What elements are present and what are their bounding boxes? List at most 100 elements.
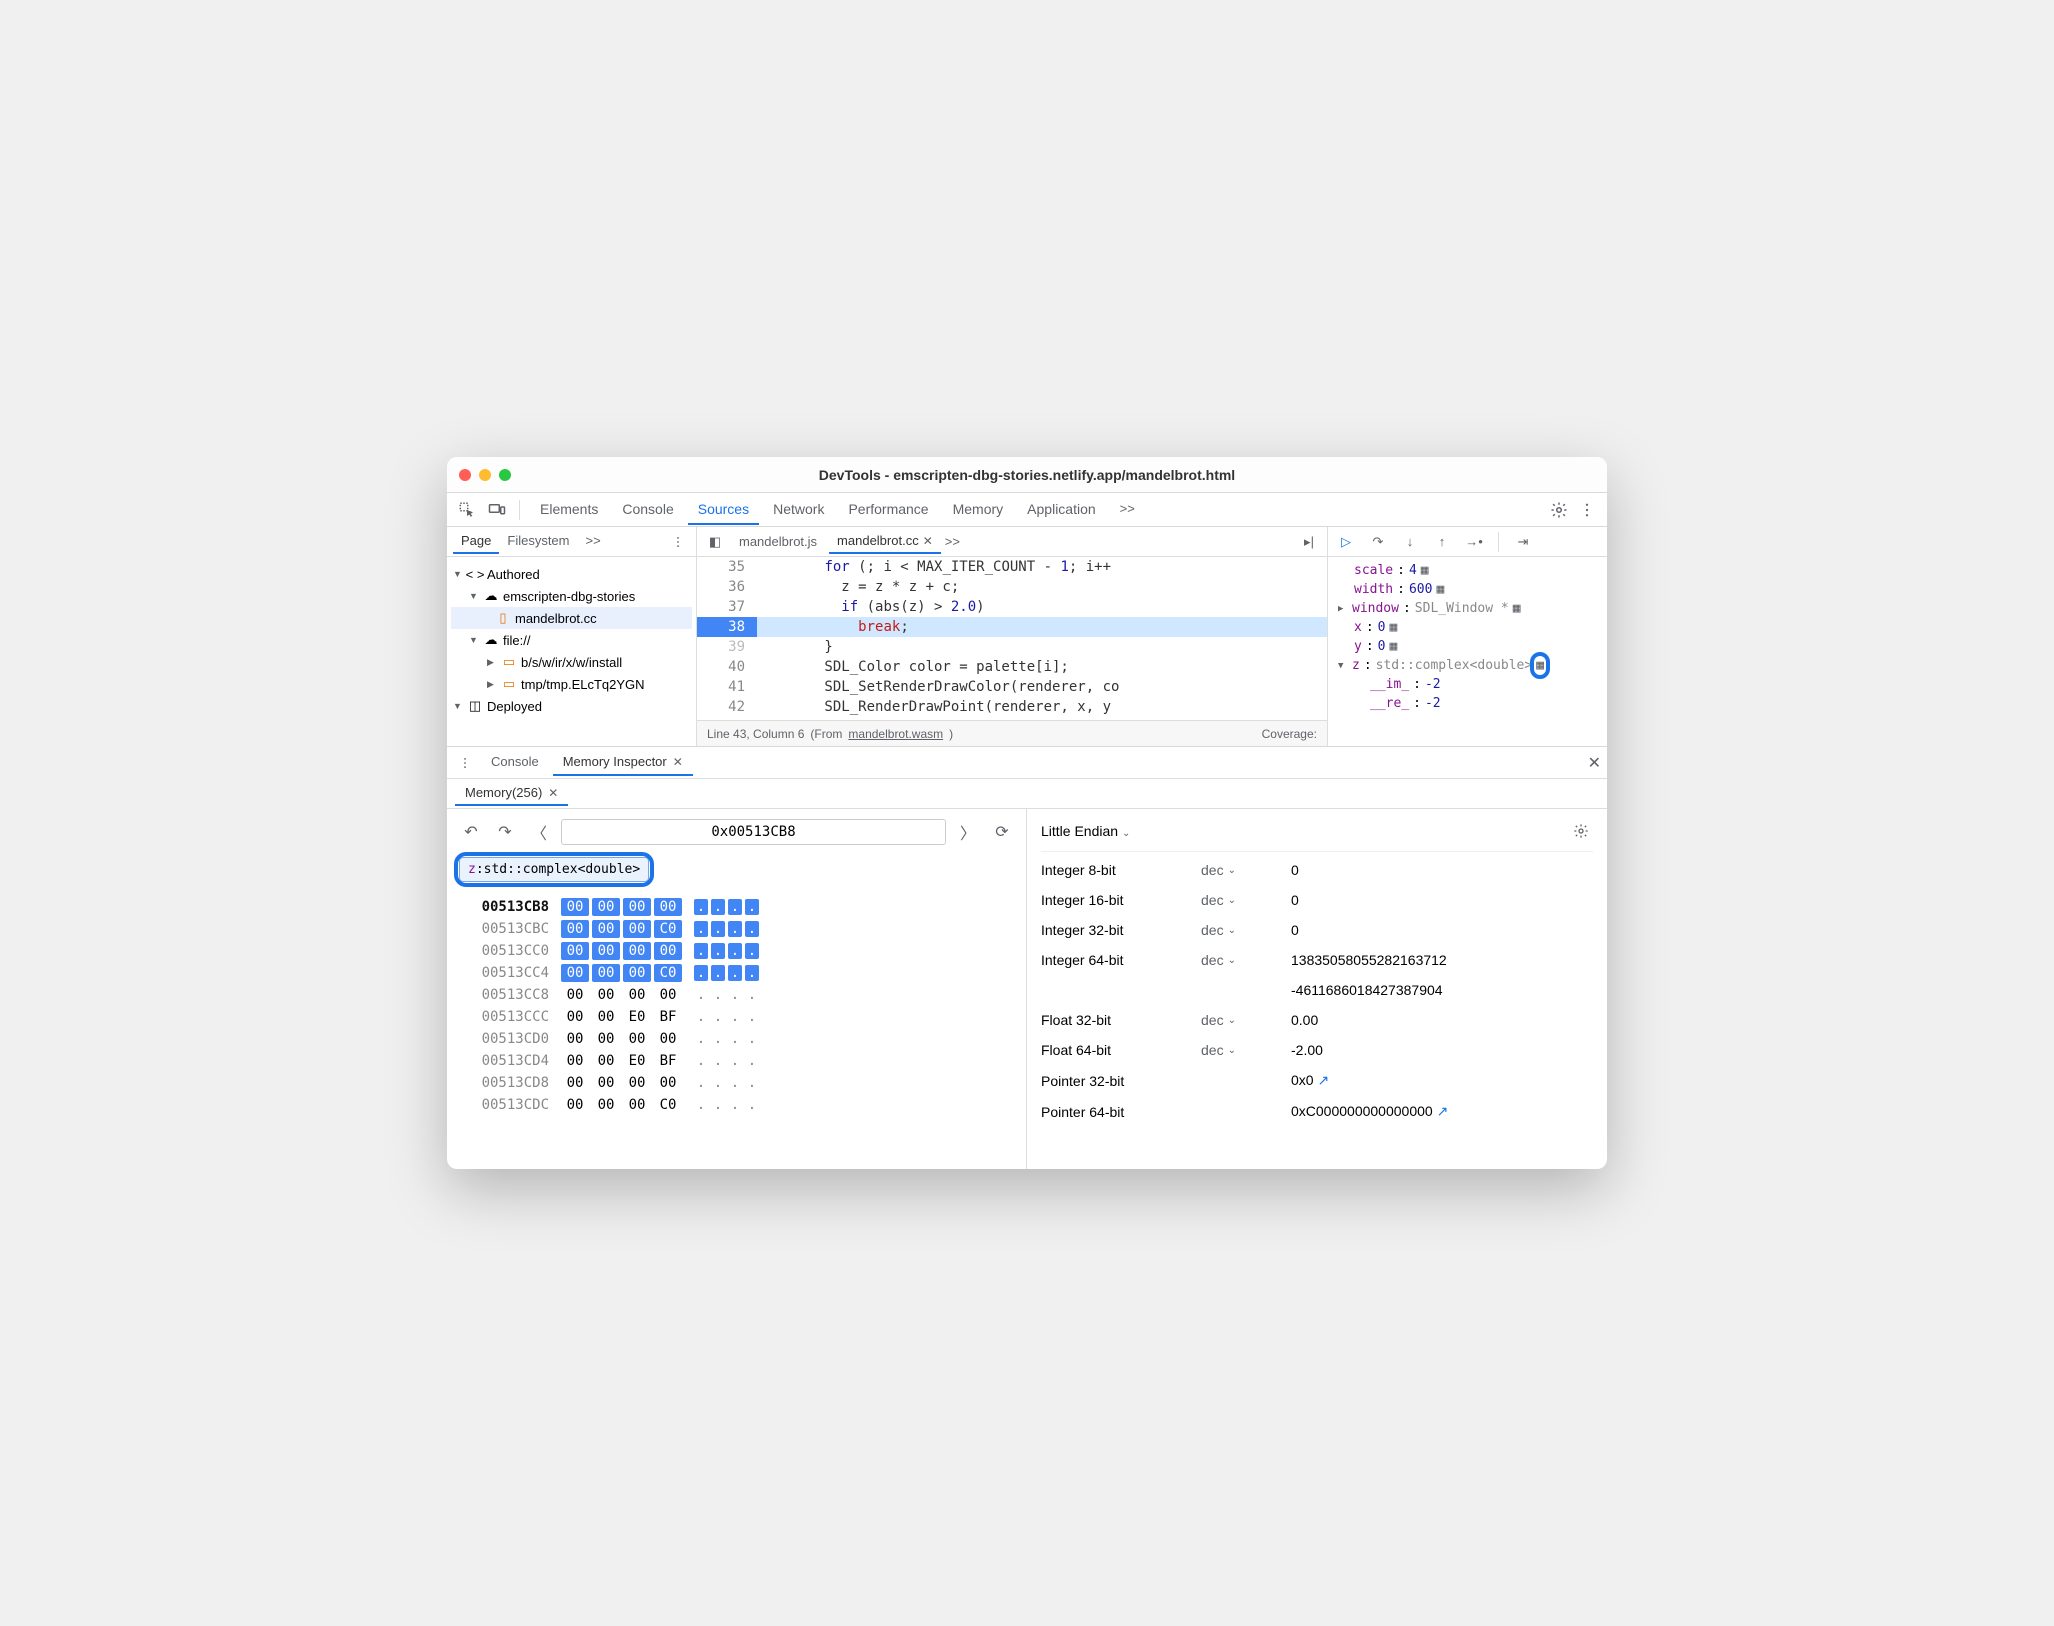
scope-var[interactable]: width: 600▦: [1338, 580, 1597, 599]
nav-left-icon[interactable]: ◧: [703, 530, 727, 554]
open-link-icon[interactable]: ↗: [1433, 1103, 1449, 1119]
memory-icon[interactable]: ▦: [1536, 658, 1544, 673]
scope-var[interactable]: x: 0▦: [1338, 618, 1597, 637]
format-select[interactable]: dec ⌄: [1201, 1012, 1281, 1028]
tree-folder[interactable]: ▶▭tmp/tmp.ELcTq2YGN: [451, 673, 692, 695]
nav-tab-filesystem[interactable]: Filesystem: [499, 529, 577, 554]
next-icon[interactable]: 〉: [956, 820, 980, 844]
kebab-icon[interactable]: [666, 530, 690, 554]
hex-row[interactable]: 00513CCC0000E0BF....: [459, 1006, 1014, 1028]
file-tree: ▼< >Authored ▼☁emscripten-dbg-stories ▯m…: [447, 557, 696, 723]
format-select[interactable]: dec ⌄: [1201, 922, 1281, 938]
format-select[interactable]: dec ⌄: [1201, 862, 1281, 878]
navigator-sidebar: Page Filesystem >> ▼< >Authored ▼☁emscri…: [447, 527, 697, 746]
deactivate-bp-icon[interactable]: ⇥: [1511, 530, 1535, 554]
cursor-pos: Line 43, Column 6: [707, 727, 804, 741]
value-row: Float 32-bitdec ⌄0.00: [1041, 1012, 1593, 1028]
prev-icon[interactable]: 〈: [527, 820, 551, 844]
ed-tab-cc[interactable]: mandelbrot.cc✕: [829, 529, 941, 554]
step-into-icon[interactable]: ↓: [1398, 530, 1422, 554]
hex-row[interactable]: 00513CD40000E0BF....: [459, 1050, 1014, 1072]
wasm-link[interactable]: mandelbrot.wasm: [848, 727, 943, 741]
refresh-icon[interactable]: ⟳: [990, 820, 1014, 844]
value: 0: [1291, 922, 1593, 938]
hex-row[interactable]: 00513CBC000000C0....: [459, 918, 1014, 940]
tree-fileorigin[interactable]: ▼☁file://: [451, 629, 692, 651]
tab-elements[interactable]: Elements: [530, 495, 608, 525]
format-select[interactable]: dec ⌄: [1201, 892, 1281, 908]
hex-row[interactable]: 00513CDC000000C0....: [459, 1094, 1014, 1116]
nav-tabs-overflow[interactable]: >>: [578, 529, 609, 554]
close-icon[interactable]: ✕: [673, 755, 683, 769]
memory-icon[interactable]: ▦: [1389, 639, 1397, 654]
code-editor: ◧ mandelbrot.js mandelbrot.cc✕ >> ▸| 35 …: [697, 527, 1327, 746]
tree-deployed[interactable]: ▼◫Deployed: [451, 695, 692, 717]
step-over-icon[interactable]: ↷: [1366, 530, 1390, 554]
nav-right-icon[interactable]: ▸|: [1297, 530, 1321, 554]
inspect-icon[interactable]: [455, 498, 479, 522]
folder-icon: ▭: [501, 654, 517, 670]
kebab-icon[interactable]: [1575, 498, 1599, 522]
close-icon[interactable]: ✕: [923, 534, 933, 548]
gear-icon[interactable]: [1569, 819, 1593, 843]
format-select[interactable]: dec ⌄: [1201, 952, 1281, 968]
resume-icon[interactable]: ▷: [1334, 530, 1358, 554]
tab-performance[interactable]: Performance: [838, 495, 938, 525]
memory-icon[interactable]: ▦: [1513, 601, 1521, 616]
hex-row[interactable]: 00513CD000000000....: [459, 1028, 1014, 1050]
tabs-overflow[interactable]: >>: [1110, 495, 1145, 525]
hex-row[interactable]: 00513CC800000000....: [459, 984, 1014, 1006]
step-icon[interactable]: →•: [1462, 530, 1486, 554]
tree-origin[interactable]: ▼☁emscripten-dbg-stories: [451, 585, 692, 607]
tab-console[interactable]: Console: [612, 495, 683, 525]
ed-tabs-overflow[interactable]: >>: [945, 534, 960, 549]
device-icon[interactable]: [485, 498, 509, 522]
endian-select[interactable]: Little Endian ⌄: [1041, 823, 1130, 839]
hex-row[interactable]: 00513CC4000000C0....: [459, 962, 1014, 984]
memory-tab[interactable]: Memory(256)✕: [455, 781, 568, 806]
memory-icon[interactable]: ▦: [1436, 582, 1444, 597]
tree-authored[interactable]: ▼< >Authored: [451, 563, 692, 585]
tab-sources[interactable]: Sources: [688, 495, 759, 525]
scope-var[interactable]: scale: 4▦: [1338, 561, 1597, 580]
close-drawer-icon[interactable]: ✕: [1588, 753, 1601, 773]
memory-icon[interactable]: ▦: [1421, 563, 1429, 578]
scope-var[interactable]: __im_: -2: [1338, 675, 1597, 694]
drawer-tab-memory[interactable]: Memory Inspector✕: [553, 749, 693, 776]
hex-row[interactable]: 00513CD800000000....: [459, 1072, 1014, 1094]
object-chip[interactable]: z: std::complex<double>: [459, 857, 649, 882]
scope-var[interactable]: __re_: -2: [1338, 694, 1597, 713]
redo-icon[interactable]: ↷: [493, 820, 517, 844]
maximize-window[interactable]: [499, 469, 511, 481]
value: 0: [1291, 892, 1593, 908]
tree-folder[interactable]: ▶▭b/s/w/ir/x/w/install: [451, 651, 692, 673]
hex-row[interactable]: 00513CC000000000....: [459, 940, 1014, 962]
memory-inspector: ↶ ↷ 〈 〉 ⟳ z: std::complex<double> 00513C…: [447, 809, 1607, 1169]
tab-network[interactable]: Network: [763, 495, 834, 525]
undo-icon[interactable]: ↶: [459, 820, 483, 844]
tab-memory[interactable]: Memory: [943, 495, 1014, 525]
scope-var[interactable]: y: 0▦: [1338, 637, 1597, 656]
open-link-icon[interactable]: ↗: [1314, 1072, 1330, 1088]
step-out-icon[interactable]: ↑: [1430, 530, 1454, 554]
address-input[interactable]: [561, 819, 946, 845]
cube-icon: ◫: [467, 698, 483, 714]
minimize-window[interactable]: [479, 469, 491, 481]
scope-var[interactable]: ▶window: SDL_Window *▦: [1338, 599, 1597, 618]
code-area[interactable]: 35 for (; i < MAX_ITER_COUNT - 1; i++ 36…: [697, 557, 1327, 720]
memory-tabs: Memory(256)✕: [447, 779, 1607, 809]
close-window[interactable]: [459, 469, 471, 481]
ed-tab-js[interactable]: mandelbrot.js: [731, 530, 825, 553]
scope-variables: scale: 4▦ width: 600▦ ▶window: SDL_Windo…: [1328, 557, 1607, 717]
tab-application[interactable]: Application: [1017, 495, 1106, 525]
drawer-tab-console[interactable]: Console: [481, 749, 549, 776]
kebab-icon[interactable]: [453, 751, 477, 775]
close-icon[interactable]: ✕: [548, 786, 558, 800]
hex-row[interactable]: 00513CB800000000....: [459, 896, 1014, 918]
gear-icon[interactable]: [1547, 498, 1571, 522]
format-select[interactable]: dec ⌄: [1201, 1042, 1281, 1058]
nav-tab-page[interactable]: Page: [453, 529, 499, 554]
tree-file-mandelbrot[interactable]: ▯mandelbrot.cc: [451, 607, 692, 629]
scope-var-z[interactable]: ▼z: std::complex<double>▦: [1338, 656, 1597, 675]
memory-icon[interactable]: ▦: [1389, 620, 1397, 635]
